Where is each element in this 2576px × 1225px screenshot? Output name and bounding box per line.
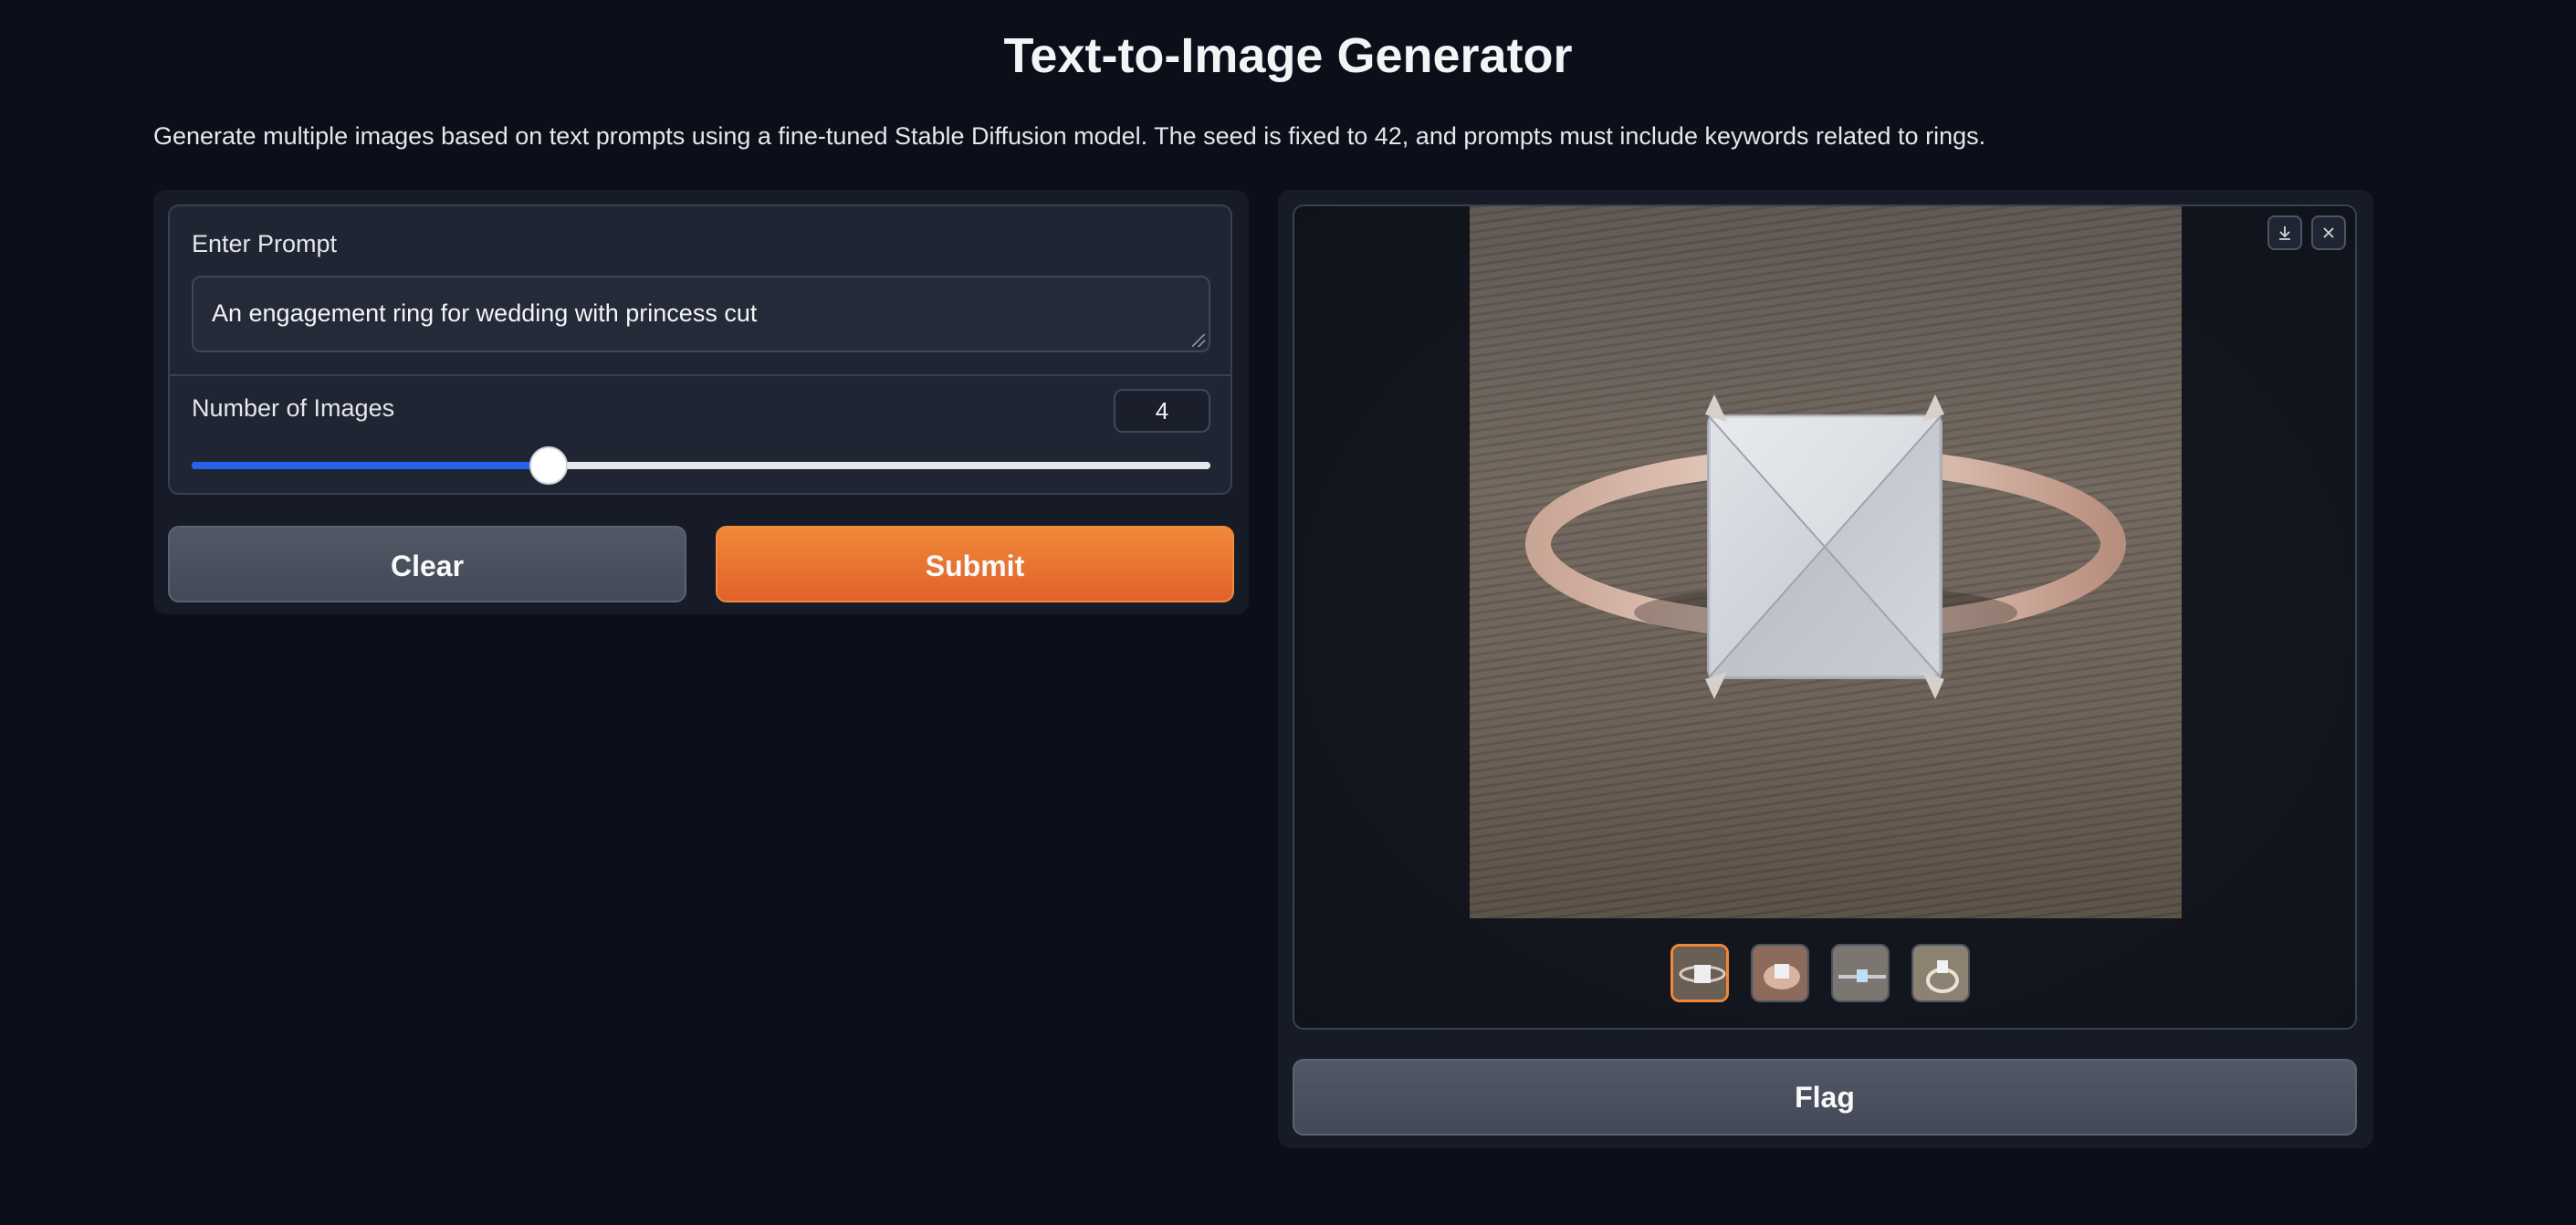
prompt-input-value: An engagement ring for wedding with prin… [212,299,758,327]
divider [170,374,1230,376]
download-button[interactable] [2267,215,2302,250]
input-panel: Enter Prompt An engagement ring for wedd… [153,190,1249,614]
main-image[interactable] [1470,206,2182,918]
thumbnail-3[interactable] [1831,944,1890,1002]
thumbnail-image [1673,947,1726,1000]
close-button[interactable] [2311,215,2346,250]
submit-button[interactable]: Submit [716,526,1234,602]
inputs-box: Enter Prompt An engagement ring for wedd… [168,204,1232,495]
num-images-label: Number of Images [192,394,395,422]
slider-fill [192,462,549,469]
slider-thumb[interactable] [529,446,568,485]
thumbnail-strip [1670,944,1981,1010]
output-panel: Flag [1278,190,2373,1148]
thumbnail-image [1913,946,1968,1000]
page-title: Text-to-Image Generator [1003,28,1573,83]
num-images-input[interactable]: 4 [1114,389,1210,433]
resize-handle[interactable] [1192,334,1205,347]
clear-button[interactable]: Clear [168,526,686,602]
flag-button[interactable]: Flag [1293,1059,2357,1136]
thumbnail-4[interactable] [1911,944,1970,1002]
prompt-label: Enter Prompt [192,230,338,257]
page-description: Generate multiple images based on text p… [153,122,1986,150]
prompt-input[interactable]: An engagement ring for wedding with prin… [192,276,1210,352]
thumbnail-image [1833,946,1888,1000]
image-gallery [1293,204,2357,1030]
download-icon [2279,226,2290,240]
thumbnail-2[interactable] [1751,944,1809,1002]
ring-image [1525,394,2126,699]
thumbnail-image [1753,946,1807,1000]
num-images-slider[interactable] [192,446,1210,485]
close-icon [2323,227,2334,238]
page: Text-to-Image Generator Generate multipl… [0,0,2576,1225]
thumbnail-1[interactable] [1670,944,1729,1002]
